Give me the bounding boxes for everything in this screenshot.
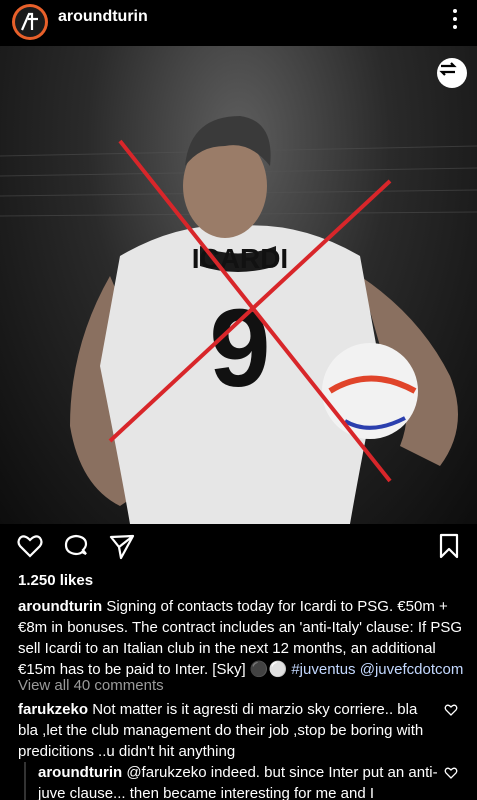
caption-mention[interactable]: @juvefcdotcom xyxy=(360,661,464,678)
avatar[interactable] xyxy=(12,4,48,40)
dot-icon xyxy=(453,25,457,29)
post-image-illustration: ICARDI 9 xyxy=(0,116,477,524)
likes-count[interactable]: 1.250 likes xyxy=(18,572,93,589)
swap-icon[interactable] xyxy=(437,58,467,88)
comment-icon[interactable] xyxy=(62,532,90,560)
post-username[interactable]: aroundturin xyxy=(58,8,148,26)
reply-thread-line xyxy=(24,762,26,800)
dot-icon xyxy=(453,17,457,21)
caption-username[interactable]: aroundturin xyxy=(18,598,102,615)
more-options-button[interactable] xyxy=(445,4,465,34)
reply-like-icon[interactable] xyxy=(444,766,458,780)
dot-icon xyxy=(453,9,457,13)
caption-hashtag[interactable]: #juventus xyxy=(291,661,355,678)
logo-icon xyxy=(15,7,45,37)
heart-icon[interactable] xyxy=(16,532,44,560)
jersey-number: 9 xyxy=(209,287,270,410)
post-header: aroundturin xyxy=(0,0,477,46)
comment-username[interactable]: farukzeko xyxy=(18,701,88,718)
comment-item: farukzeko Not matter is it agresti di ma… xyxy=(18,699,438,762)
action-bar xyxy=(0,526,477,566)
share-icon[interactable] xyxy=(108,532,136,560)
post-image[interactable]: ICARDI 9 xyxy=(0,46,477,524)
caption: aroundturin Signing of contacts today fo… xyxy=(18,596,466,680)
reply-username[interactable]: aroundturin xyxy=(38,764,122,781)
comment-like-icon[interactable] xyxy=(444,703,458,717)
reply-item: aroundturin @farukzeko indeed. but since… xyxy=(38,762,438,800)
view-all-comments-link[interactable]: View all 40 comments xyxy=(18,677,164,694)
bookmark-icon[interactable] xyxy=(435,532,463,560)
